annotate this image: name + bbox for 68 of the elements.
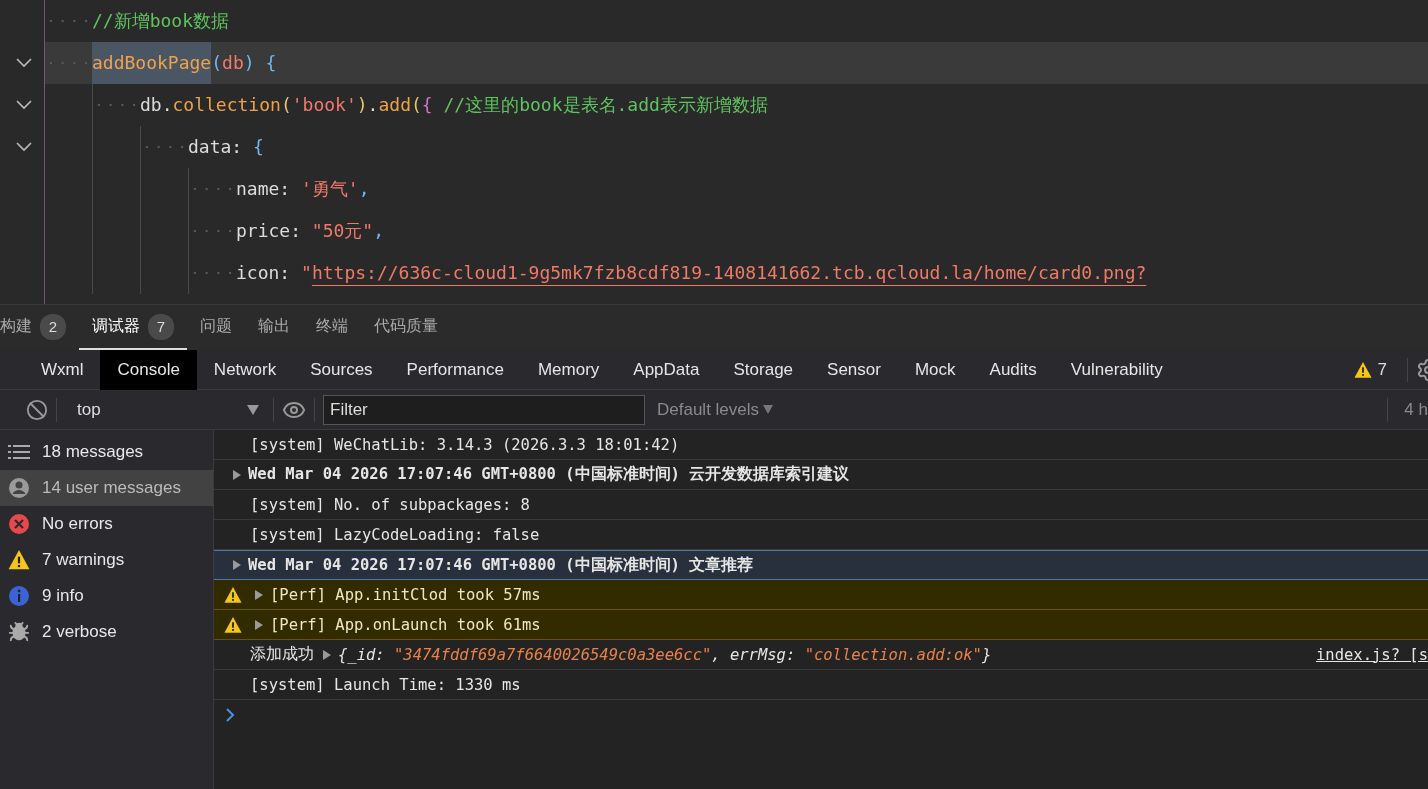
fold-chevron-icon[interactable] [16, 58, 32, 68]
devtools-tab[interactable]: Memory [520, 349, 617, 390]
code-line: addBookPage(db) { [92, 42, 277, 84]
log-levels-dropdown[interactable]: Default levels [657, 399, 774, 420]
devtools-tab[interactable]: Sources [293, 349, 390, 390]
source-link[interactable]: index.js? [s [1316, 645, 1428, 664]
devtools-tab[interactable]: Network [196, 349, 294, 390]
expand-triangle-icon[interactable] [322, 648, 332, 661]
hidden-count: 4 h [1404, 399, 1428, 420]
expand-triangle-icon[interactable] [254, 618, 264, 631]
code-line: data: { [188, 135, 264, 159]
filter-item[interactable]: 18 messages [0, 434, 213, 470]
warning-icon [224, 585, 242, 604]
log-message: [system] No. of subpackages: 8 [250, 495, 530, 514]
filter-item[interactable]: 7 warnings [0, 542, 213, 578]
expand-triangle-icon[interactable] [232, 468, 242, 481]
log-group-title[interactable]: Wed Mar 04 2026 17:07:46 GMT+0800 (中国标准时间) 云开发数据库索引建议 [248, 464, 850, 485]
filter-item[interactable]: 9 info [0, 578, 213, 614]
count-badge: 2 [40, 313, 66, 340]
code-line: db.collection('book').add({ //这里的book是表名.add表示新增数据 [140, 93, 768, 117]
code-line: name: '勇气', [236, 177, 370, 201]
log-message: [system] Launch Time: 1330 ms [250, 675, 521, 694]
bug-icon [8, 621, 30, 643]
devtools-tab[interactable]: Sensor [810, 349, 898, 390]
devtools-tab[interactable]: Audits [972, 349, 1054, 390]
object-preview[interactable]: {_id: "3474fddf69a7f6640026549c0a3ee6cc", errMsg: "collection.add:ok"} [338, 645, 992, 664]
warning-icon [8, 549, 30, 571]
devtools-tab[interactable]: AppData [616, 349, 717, 390]
info-icon [8, 585, 30, 607]
panel-tab[interactable]: 问题 [187, 305, 245, 350]
log-label: 添加成功 [250, 644, 314, 665]
user-icon [8, 477, 30, 499]
warning-count[interactable]: 7 [1377, 359, 1387, 380]
panel-tab[interactable]: 输出 [245, 305, 303, 350]
fold-chevron-icon[interactable] [16, 142, 32, 152]
filter-item[interactable]: 2 verbose [0, 614, 213, 650]
filter-field[interactable]: Filter [323, 394, 645, 425]
panel-tab[interactable]: 构建 2 [0, 305, 79, 350]
warning-message: [Perf] App.onLaunch took 61ms [270, 615, 541, 634]
devtools-tab[interactable]: Mock [897, 349, 973, 390]
warning-icon [1353, 360, 1372, 379]
dropdown-caret-icon [247, 404, 259, 415]
warning-message: [Perf] App.initClod took 57ms [270, 585, 541, 604]
panel-tab[interactable]: 终端 [303, 305, 361, 350]
filter-item[interactable]: 14 user messages [0, 470, 213, 506]
context-select[interactable]: top [65, 399, 265, 420]
list-icon [8, 444, 30, 460]
devtools-tab[interactable]: Console [100, 349, 197, 390]
dropdown-caret-icon [763, 405, 774, 414]
count-badge: 7 [148, 313, 174, 340]
devtools-tab[interactable]: Vulnerability [1053, 349, 1180, 390]
log-message: [system] WeChatLib: 3.14.3 (2026.3.3 18:01:42) [250, 435, 680, 454]
fold-chevron-icon[interactable] [16, 100, 32, 110]
clear-console-icon[interactable] [26, 398, 48, 421]
devtools-tab[interactable]: Storage [716, 349, 811, 390]
code-line: //新增book数据 [92, 9, 230, 33]
filter-item[interactable]: No errors [0, 506, 213, 542]
devtools-tab[interactable]: Performance [389, 349, 521, 390]
prompt-chevron-icon[interactable] [226, 708, 235, 722]
panel-tab[interactable]: 代码质量 [361, 305, 451, 350]
warning-icon [224, 615, 242, 634]
devtools-tab[interactable]: Wxml [24, 349, 101, 390]
error-icon [8, 513, 30, 535]
code-line: price: "50元", [236, 219, 385, 243]
log-message: [system] LazyCodeLoading: false [250, 525, 540, 544]
expand-triangle-icon[interactable] [232, 559, 242, 571]
code-line: icon: "https://636c-cloud1-9g5mk7fzb8cdf819-1408141662.tcb.qcloud.la/home/card0.png? [236, 261, 1147, 285]
expand-triangle-icon[interactable] [254, 588, 264, 601]
